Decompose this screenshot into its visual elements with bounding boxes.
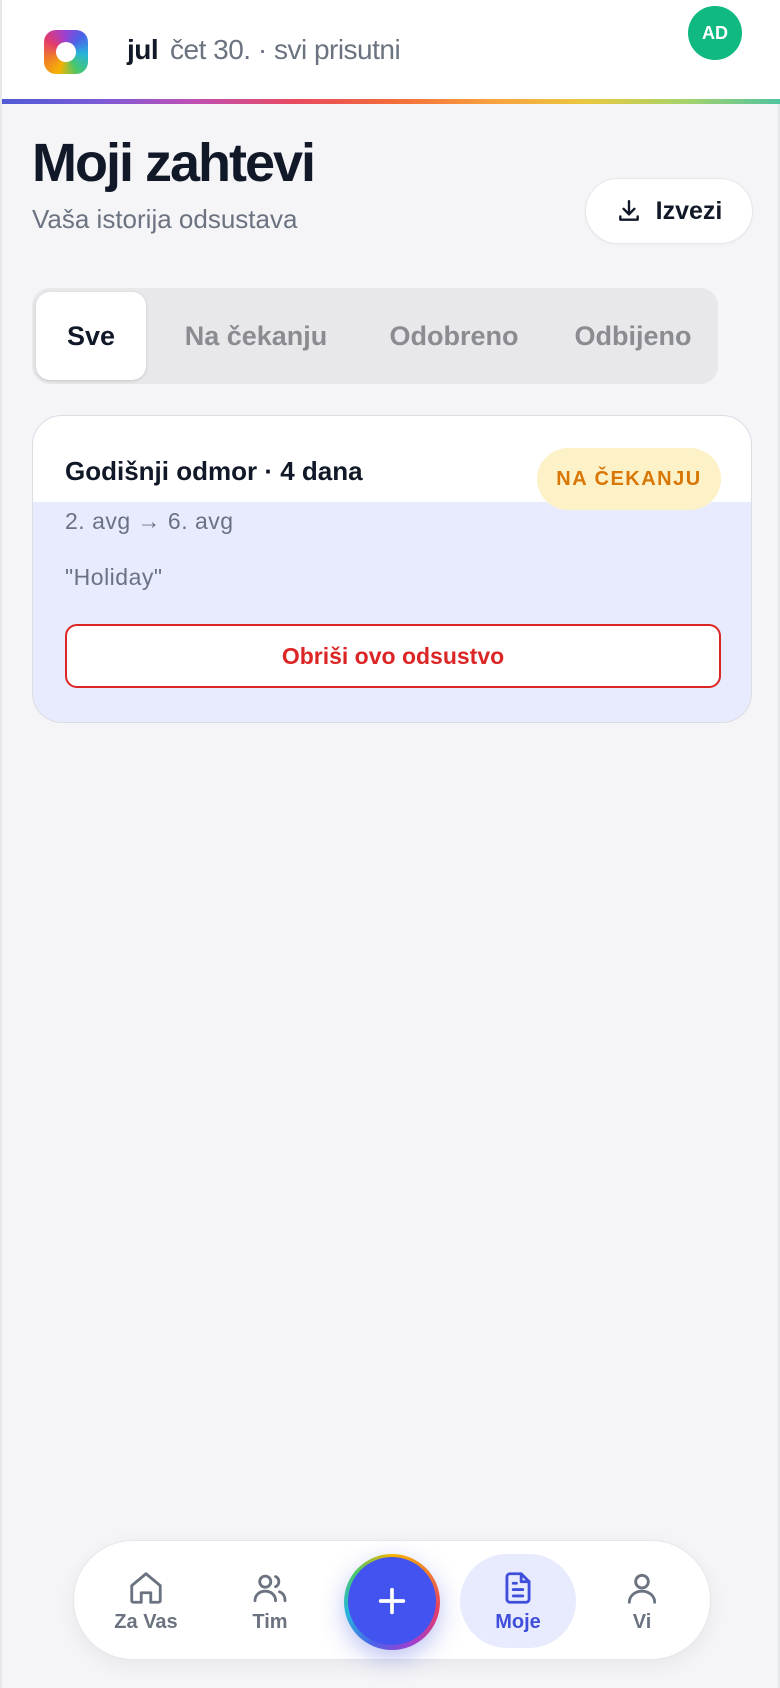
bottom-navigation: Za Vas Tim Moje Vi [73,1540,711,1660]
export-button-label: Izvezi [655,196,723,225]
nav-item-mine[interactable]: Moje [460,1554,576,1648]
header-subtitle: čet 30. · svi prisutni [170,34,401,65]
tab-all[interactable]: Sve [36,292,146,380]
app-frame: jul čet 30. · svi prisutni AD Moji zahte… [0,0,780,1688]
nav-item-for-you[interactable]: Za Vas [88,1554,204,1648]
download-icon [618,200,639,221]
filter-tabs: Sve Na čekanju Odobreno Odbijeno [32,288,718,384]
nav-item-team[interactable]: Tim [212,1554,328,1648]
nav-item-label: Tim [252,1610,288,1633]
page-subtitle: Vaša istorija odsustava [32,204,298,234]
users-icon [253,1574,287,1602]
tab-approved[interactable]: Odobreno [368,292,540,380]
tab-pending[interactable]: Na čekanju [160,292,352,380]
app-logo-icon[interactable] [44,30,88,74]
request-dates: 2. avg → 6. avg [65,508,234,534]
tab-rejected[interactable]: Odbijeno [552,292,714,380]
top-header: jul čet 30. · svi prisutni AD [2,0,780,104]
nav-item-label: Vi [632,1610,652,1633]
request-title: Godišnji odmor · 4 dana [65,456,363,486]
request-note: "Holiday" [65,564,163,590]
user-icon [627,1573,657,1604]
page-title: Moji zahtevi [32,133,316,193]
nav-item-label: Moje [495,1610,541,1633]
home-icon [130,1571,162,1604]
status-badge: NA ČEKANJU [537,448,721,510]
export-button[interactable]: Izvezi [585,178,753,244]
nav-item-you[interactable]: Vi [584,1554,700,1648]
avatar[interactable]: AD [688,6,742,60]
document-icon [505,1571,531,1604]
delete-request-button[interactable]: Obriši ovo odsustvo [65,624,721,688]
request-card: Godišnji odmor · 4 dana NA ČEKANJU 2. av… [32,415,752,723]
fab-inner [348,1557,436,1645]
add-request-button[interactable] [344,1554,440,1650]
plus-icon [378,1587,406,1615]
header-rainbow-divider [2,99,780,104]
nav-item-label: Za Vas [114,1610,178,1633]
header-month: jul [127,34,159,65]
